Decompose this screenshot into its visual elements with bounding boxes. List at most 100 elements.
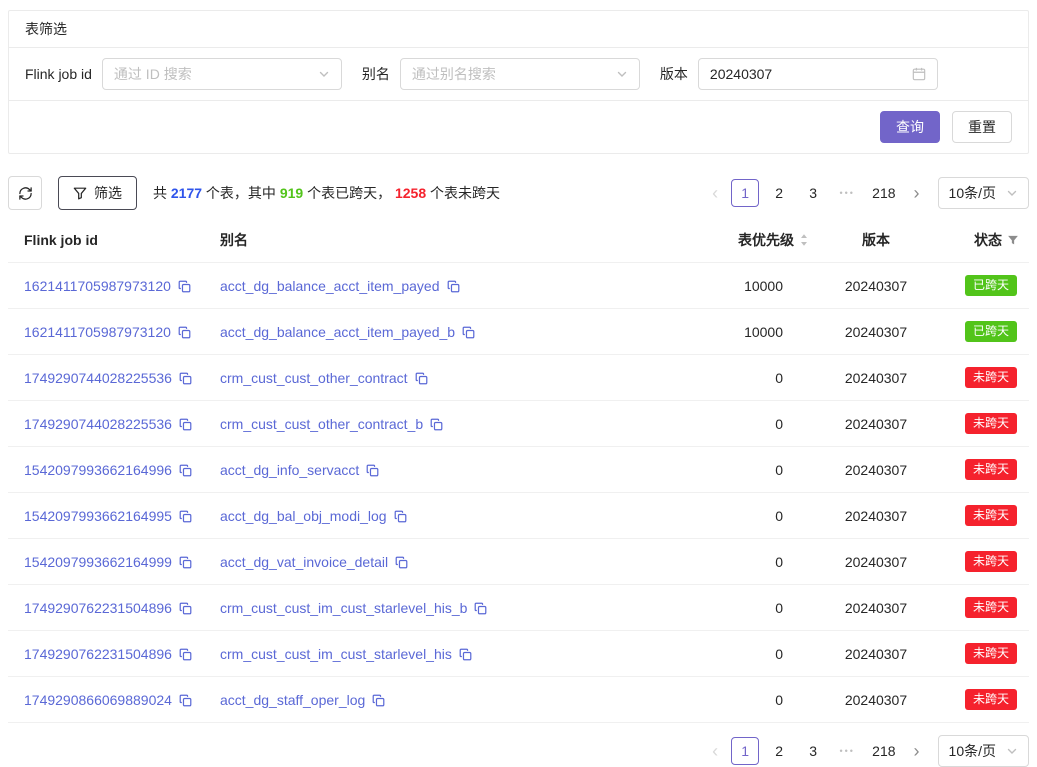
copy-icon[interactable] [372,694,385,707]
priority-value: 0 [697,493,823,539]
next-page-button[interactable]: › [904,179,930,207]
alias-link[interactable]: acct_dg_balance_acct_item_payed [220,278,440,294]
job-id-link[interactable]: 1621411705987973120 [24,278,171,294]
alias-link[interactable]: acct_dg_staff_oper_log [220,692,365,708]
page-button-2[interactable]: 2 [765,737,793,765]
prev-page-button[interactable]: ‹ [702,737,728,765]
alias-placeholder: 通过别名搜索 [412,64,496,84]
reset-button[interactable]: 重置 [952,111,1012,143]
alias-select[interactable]: 通过别名搜索 [400,58,640,90]
copy-icon[interactable] [179,464,192,477]
version-value: 20240307 [823,539,929,585]
page-button-1[interactable]: 1 [731,737,759,765]
copy-icon[interactable] [178,280,191,293]
alias-link[interactable]: acct_dg_info_servacct [220,462,359,478]
page-ellipsis[interactable]: ••• [833,179,861,207]
version-value: 20240307 [823,401,929,447]
alias-link[interactable]: crm_cust_cust_im_cust_starlevel_his [220,646,452,662]
alias-link[interactable]: crm_cust_cust_im_cust_starlevel_his_b [220,600,467,616]
page-button-218[interactable]: 218 [867,737,900,765]
status-cell: 未跨天 [929,355,1029,401]
job-id-link[interactable]: 1621411705987973120 [24,324,171,340]
version-value: 20240307 [823,631,929,677]
col-version: 版本 [823,218,929,263]
copy-icon[interactable] [459,648,472,661]
version-value: 20240307 [823,309,929,355]
sort-icon[interactable] [799,232,809,248]
job-id-cell: 1749290744028225536 [8,355,204,401]
copy-icon[interactable] [179,372,192,385]
filter-button[interactable]: 筛选 [58,176,137,210]
flink-job-id-select[interactable]: 通过 ID 搜索 [102,58,342,90]
page-size-select[interactable]: 10条/页 [938,177,1029,209]
page: 表筛选 Flink job id 通过 ID 搜索 别名 通过别名搜索 [0,0,1037,767]
copy-icon[interactable] [179,510,192,523]
copy-icon[interactable] [179,602,192,615]
funnel-icon [73,186,87,200]
copy-icon[interactable] [366,464,379,477]
page-ellipsis[interactable]: ••• [833,737,861,765]
job-id-cell: 1542097993662164995 [8,493,204,539]
prev-page-button[interactable]: ‹ [702,179,728,207]
copy-icon[interactable] [395,556,408,569]
job-id-link[interactable]: 1749290762231504896 [24,646,172,662]
copy-icon[interactable] [179,556,192,569]
job-id-link[interactable]: 1749290762231504896 [24,600,172,616]
status-cell: 未跨天 [929,493,1029,539]
copy-icon[interactable] [447,280,460,293]
status-badge: 已跨天 [965,321,1017,342]
job-id-link[interactable]: 1542097993662164999 [24,554,172,570]
status-filter-icon[interactable] [1007,234,1019,246]
table-row: 1749290744028225536 crm_cust_cust_other_c… [8,355,1029,401]
copy-icon[interactable] [394,510,407,523]
alias-link[interactable]: acct_dg_vat_invoice_detail [220,554,388,570]
job-id-link[interactable]: 1542097993662164995 [24,508,172,524]
table-row: 1749290762231504896 crm_cust_cust_im_cust… [8,631,1029,677]
alias-link[interactable]: acct_dg_bal_obj_modi_log [220,508,387,524]
job-id-link[interactable]: 1749290866069889024 [24,692,172,708]
footer: ‹123•••218› 10条/页 [8,735,1029,767]
alias-link[interactable]: crm_cust_cust_other_contract [220,370,408,386]
status-cell: 已跨天 [929,309,1029,355]
summary-part: 个表已跨天， [303,185,395,201]
version-date-input[interactable]: 20240307 [698,58,938,90]
status-cell: 未跨天 [929,401,1029,447]
copy-icon[interactable] [178,326,191,339]
copy-icon[interactable] [462,326,475,339]
alias-link[interactable]: crm_cust_cust_other_contract_b [220,416,423,432]
table-row: 1749290762231504896 crm_cust_cust_im_cust… [8,585,1029,631]
copy-icon[interactable] [474,602,487,615]
alias-label: 别名 [362,64,390,84]
status-cell: 未跨天 [929,631,1029,677]
copy-icon[interactable] [415,372,428,385]
alias-link[interactable]: acct_dg_balance_acct_item_payed_b [220,324,455,340]
table-row: 1749290866069889024 acct_dg_staff_oper_lo… [8,677,1029,723]
alias-cell: crm_cust_cust_other_contract [204,355,697,401]
version-value: 20240307 [823,585,929,631]
chevron-down-icon [1006,745,1018,757]
copy-icon[interactable] [179,418,192,431]
page-button-218[interactable]: 218 [867,179,900,207]
filter-panel-title: 表筛选 [9,11,1028,48]
summary-text: 共 2177 个表，其中 919 个表已跨天， 1258 个表未跨天 [153,183,500,203]
alias-cell: acct_dg_bal_obj_modi_log [204,493,697,539]
page-button-3[interactable]: 3 [799,737,827,765]
next-page-button[interactable]: › [904,737,930,765]
copy-icon[interactable] [179,648,192,661]
query-button[interactable]: 查询 [880,111,940,143]
copy-icon[interactable] [430,418,443,431]
copy-icon[interactable] [179,694,192,707]
page-button-2[interactable]: 2 [765,179,793,207]
page-button-3[interactable]: 3 [799,179,827,207]
table-row: 1749290744028225536 crm_cust_cust_other_c… [8,401,1029,447]
job-id-link[interactable]: 1542097993662164996 [24,462,172,478]
tables-table: Flink job id 别名 表优先级 版本 状态 [8,218,1029,723]
status-badge: 未跨天 [965,367,1017,388]
refresh-button[interactable] [8,176,42,210]
status-badge: 未跨天 [965,505,1017,526]
page-button-1[interactable]: 1 [731,179,759,207]
job-id-link[interactable]: 1749290744028225536 [24,416,172,432]
page-size-select[interactable]: 10条/页 [938,735,1029,767]
summary-part: 1258 [395,185,426,201]
job-id-link[interactable]: 1749290744028225536 [24,370,172,386]
